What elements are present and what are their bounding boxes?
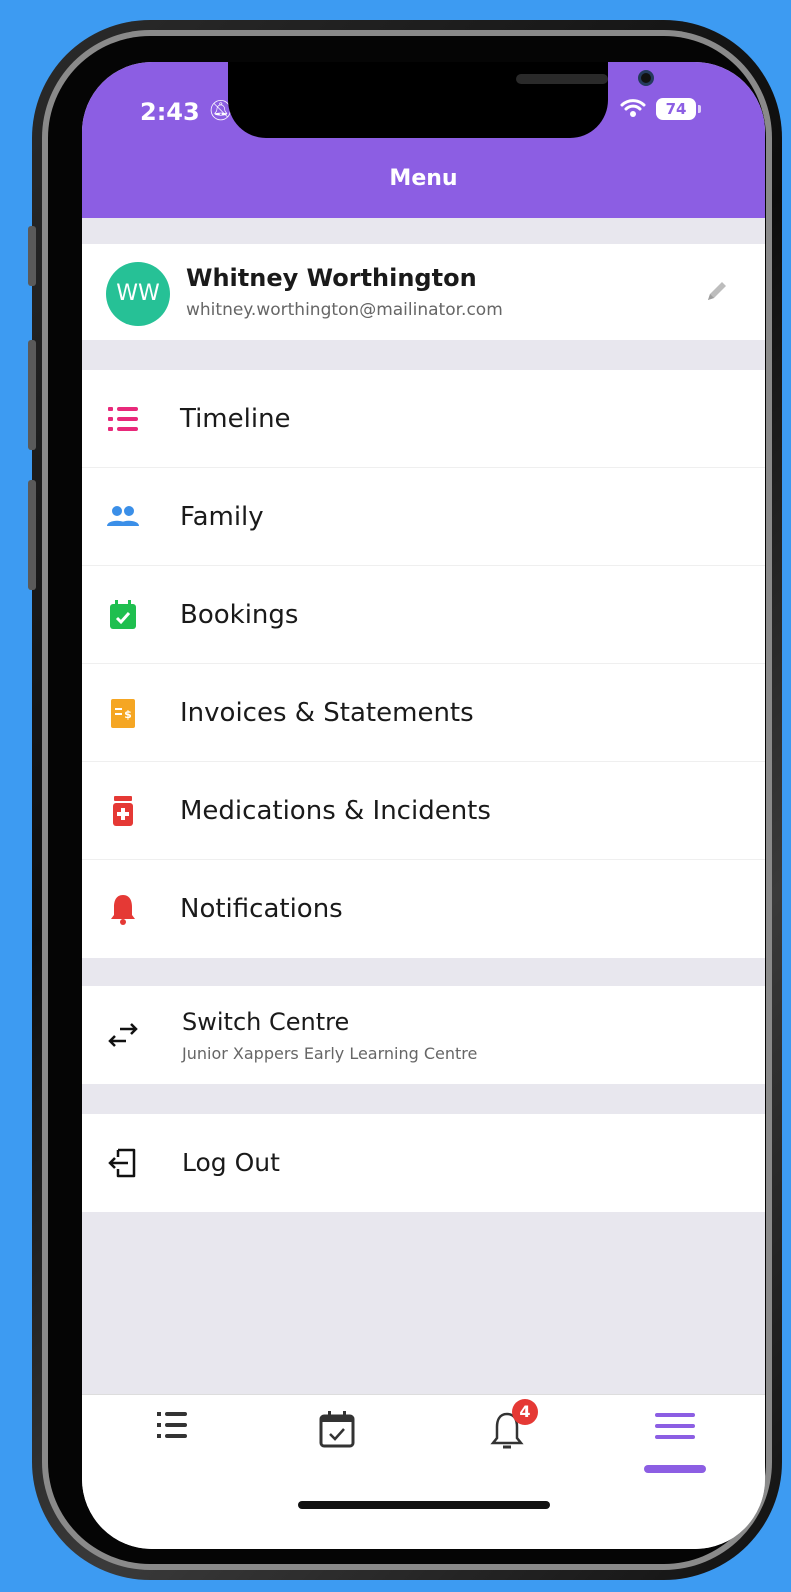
profile-email: whitney.worthington@mailinator.com: [186, 300, 503, 320]
app-header: 2:43 🔕︎ 74 Menu: [82, 62, 765, 218]
notification-bell-icon: [111, 895, 135, 925]
timeline-icon: [157, 1412, 187, 1438]
switch-centre-label: Switch Centre: [182, 1008, 350, 1036]
logout-label: Log Out: [182, 1148, 280, 1177]
bookings-icon: [110, 600, 136, 629]
volume-down-button: [28, 480, 36, 590]
tab-bookings[interactable]: [302, 1409, 372, 1469]
menu-item-label: Invoices & Statements: [180, 698, 474, 728]
family-icon: [107, 506, 139, 526]
menu-item-bookings[interactable]: Bookings: [82, 566, 765, 664]
menu-item-medications[interactable]: Medications & Incidents: [82, 762, 765, 860]
battery-indicator: 74: [656, 98, 696, 120]
front-camera: [638, 70, 654, 86]
profile-name: Whitney Worthington: [186, 264, 477, 292]
menu-item-label: Timeline: [180, 404, 291, 434]
notch: [228, 62, 654, 138]
home-indicator: [298, 1501, 550, 1509]
tab-notifications[interactable]: 4: [472, 1399, 542, 1469]
menu-item-family[interactable]: Family: [82, 468, 765, 566]
status-time: 2:43: [140, 98, 200, 126]
menu-item-timeline[interactable]: Timeline: [82, 370, 765, 468]
current-centre-name: Junior Xappers Early Learning Centre: [182, 1044, 478, 1063]
menu-item-notifications[interactable]: Notifications: [82, 860, 765, 958]
profile-card[interactable]: WW Whitney Worthington whitney.worthingt…: [82, 244, 765, 340]
edit-pencil-icon[interactable]: [704, 278, 730, 304]
notification-count-badge: 4: [512, 1399, 538, 1425]
bottom-tab-bar: 4: [82, 1394, 765, 1549]
swap-arrows-icon: [108, 1023, 138, 1047]
menu-item-label: Family: [180, 502, 264, 532]
wifi-icon: [620, 99, 646, 117]
logout-icon: [108, 1148, 136, 1178]
volume-up-button: [28, 340, 36, 450]
switch-centre-item[interactable]: Switch Centre Junior Xappers Early Learn…: [82, 986, 765, 1084]
logout-item[interactable]: Log Out: [82, 1114, 765, 1212]
menu-item-label: Medications & Incidents: [180, 796, 491, 826]
timeline-icon: [108, 407, 138, 431]
page-title: Menu: [389, 166, 458, 191]
svg-text:$: $: [124, 708, 132, 721]
notch-speaker: [516, 74, 608, 84]
menu-icon: [655, 1413, 695, 1439]
battery-nub: [698, 105, 701, 113]
bookings-icon: [319, 1411, 355, 1448]
app-screen: 2:43 🔕︎ 74 Menu WW Whitney Worthington w…: [82, 62, 765, 1549]
avatar: WW: [106, 262, 170, 326]
invoice-icon: $: [111, 699, 135, 728]
menu-item-label: Bookings: [180, 600, 299, 630]
active-tab-indicator: [644, 1465, 706, 1473]
main-menu: Timeline Family Bookings $ Invoices & St…: [82, 370, 765, 958]
menu-item-label: Notifications: [180, 894, 343, 924]
tab-menu[interactable]: [640, 1409, 710, 1469]
menu-item-invoices[interactable]: $ Invoices & Statements: [82, 664, 765, 762]
medication-icon: [113, 796, 133, 826]
mute-switch: [28, 226, 36, 286]
tab-timeline[interactable]: [137, 1409, 207, 1469]
